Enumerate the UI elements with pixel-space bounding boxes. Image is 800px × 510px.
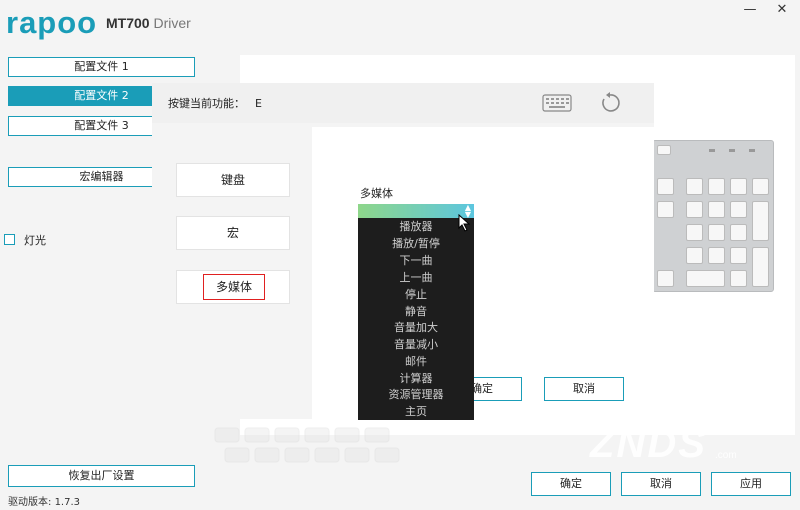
- watermark-sub: .com: [715, 450, 737, 461]
- keyboard-key[interactable]: [752, 178, 769, 195]
- multimedia-option[interactable]: 资源管理器: [358, 386, 474, 403]
- category-multimedia-button[interactable]: 多媒体: [203, 274, 265, 300]
- multimedia-option[interactable]: 邮件: [358, 353, 474, 370]
- key-function-dialog: 按键当前功能： E 键盘 宏 多媒体 多媒体 ▲ ▼ 确定 取消 播放器 播放/暂停…: [152, 83, 654, 420]
- keyboard-key[interactable]: [657, 178, 674, 195]
- apply-button[interactable]: 应用: [711, 472, 791, 496]
- app-title: MT700 Driver: [106, 14, 191, 32]
- multimedia-option[interactable]: 音量加大: [358, 319, 474, 336]
- model-name: MT700: [106, 15, 150, 31]
- keyboard-key[interactable]: [686, 247, 703, 264]
- title-suffix: Driver: [153, 15, 191, 31]
- keyboard-key[interactable]: [752, 201, 769, 241]
- keyboard-key[interactable]: [730, 270, 747, 287]
- keyboard-key[interactable]: [708, 247, 725, 264]
- keyboard-image: [652, 140, 774, 292]
- rapoo-logo: rapoo: [6, 5, 98, 40]
- multimedia-label: 多媒体: [360, 187, 393, 200]
- multimedia-option[interactable]: 静音: [358, 303, 474, 320]
- keyboard-key[interactable]: [730, 201, 747, 218]
- keyboard-key[interactable]: [686, 201, 703, 218]
- keyboard-key[interactable]: [686, 224, 703, 241]
- multimedia-option[interactable]: 播放/暂停: [358, 235, 474, 252]
- multimedia-option[interactable]: 主页: [358, 403, 474, 420]
- multimedia-option[interactable]: 音量减小: [358, 336, 474, 353]
- current-function-value: E: [255, 97, 262, 110]
- keyboard-key[interactable]: [708, 224, 725, 241]
- keyboard-key[interactable]: [730, 224, 747, 241]
- current-function: 按键当前功能： E: [168, 95, 262, 111]
- multimedia-option[interactable]: 停止: [358, 286, 474, 303]
- multimedia-option[interactable]: 计算器: [358, 370, 474, 387]
- minimize-button[interactable]: —: [738, 2, 762, 20]
- profile-1-button[interactable]: 配置文件 1: [8, 57, 195, 77]
- keyboard-key[interactable]: [657, 270, 674, 287]
- multimedia-options-list: 播放器 播放/暂停 下一曲 上一曲 停止 静音 音量加大 音量减小 邮件 计算器…: [358, 218, 474, 420]
- driver-version-value: 1.7.3: [54, 497, 81, 508]
- keyboard-key[interactable]: [708, 178, 725, 195]
- dialog-header: 按键当前功能： E: [152, 83, 654, 123]
- driver-version-label: 驱动版本:: [8, 497, 52, 508]
- multimedia-option[interactable]: 下一曲: [358, 252, 474, 269]
- category-multimedia-frame: 多媒体: [176, 270, 290, 304]
- category-keyboard-button[interactable]: 键盘: [176, 163, 290, 197]
- current-function-label: 按键当前功能：: [168, 97, 245, 110]
- dialog-cancel-button[interactable]: 取消: [544, 377, 624, 401]
- ok-button[interactable]: 确定: [531, 472, 611, 496]
- reset-icon[interactable]: [598, 91, 622, 115]
- keyboard-key[interactable]: [730, 178, 747, 195]
- cancel-button[interactable]: 取消: [621, 472, 701, 496]
- led-indicator: [709, 149, 715, 152]
- keyboard-key[interactable]: [708, 201, 725, 218]
- multimedia-option[interactable]: 上一曲: [358, 269, 474, 286]
- keyboard-key[interactable]: [686, 270, 725, 287]
- multimedia-option[interactable]: 播放器: [358, 218, 474, 235]
- led-indicator: [729, 149, 735, 152]
- watermark: ZNDS: [590, 422, 707, 466]
- keyboard-key[interactable]: [730, 247, 747, 264]
- category-macro-button[interactable]: 宏: [176, 216, 290, 250]
- light-label: 灯光: [24, 234, 46, 247]
- keyboard-key[interactable]: [657, 201, 674, 218]
- mouse-cursor-icon: [458, 214, 471, 232]
- driver-version: 驱动版本: 1.7.3: [8, 493, 80, 508]
- keyboard-key[interactable]: [686, 178, 703, 195]
- light-checkbox[interactable]: [4, 234, 15, 245]
- multimedia-select[interactable]: ▲ ▼: [358, 204, 474, 219]
- keyboard-key[interactable]: [752, 247, 769, 287]
- keyboard-icon[interactable]: [542, 93, 572, 113]
- keyboard-key[interactable]: [657, 145, 671, 155]
- restore-defaults-button[interactable]: 恢复出厂设置: [8, 465, 195, 487]
- led-indicator: [749, 149, 755, 152]
- close-button[interactable]: ✕: [770, 2, 794, 20]
